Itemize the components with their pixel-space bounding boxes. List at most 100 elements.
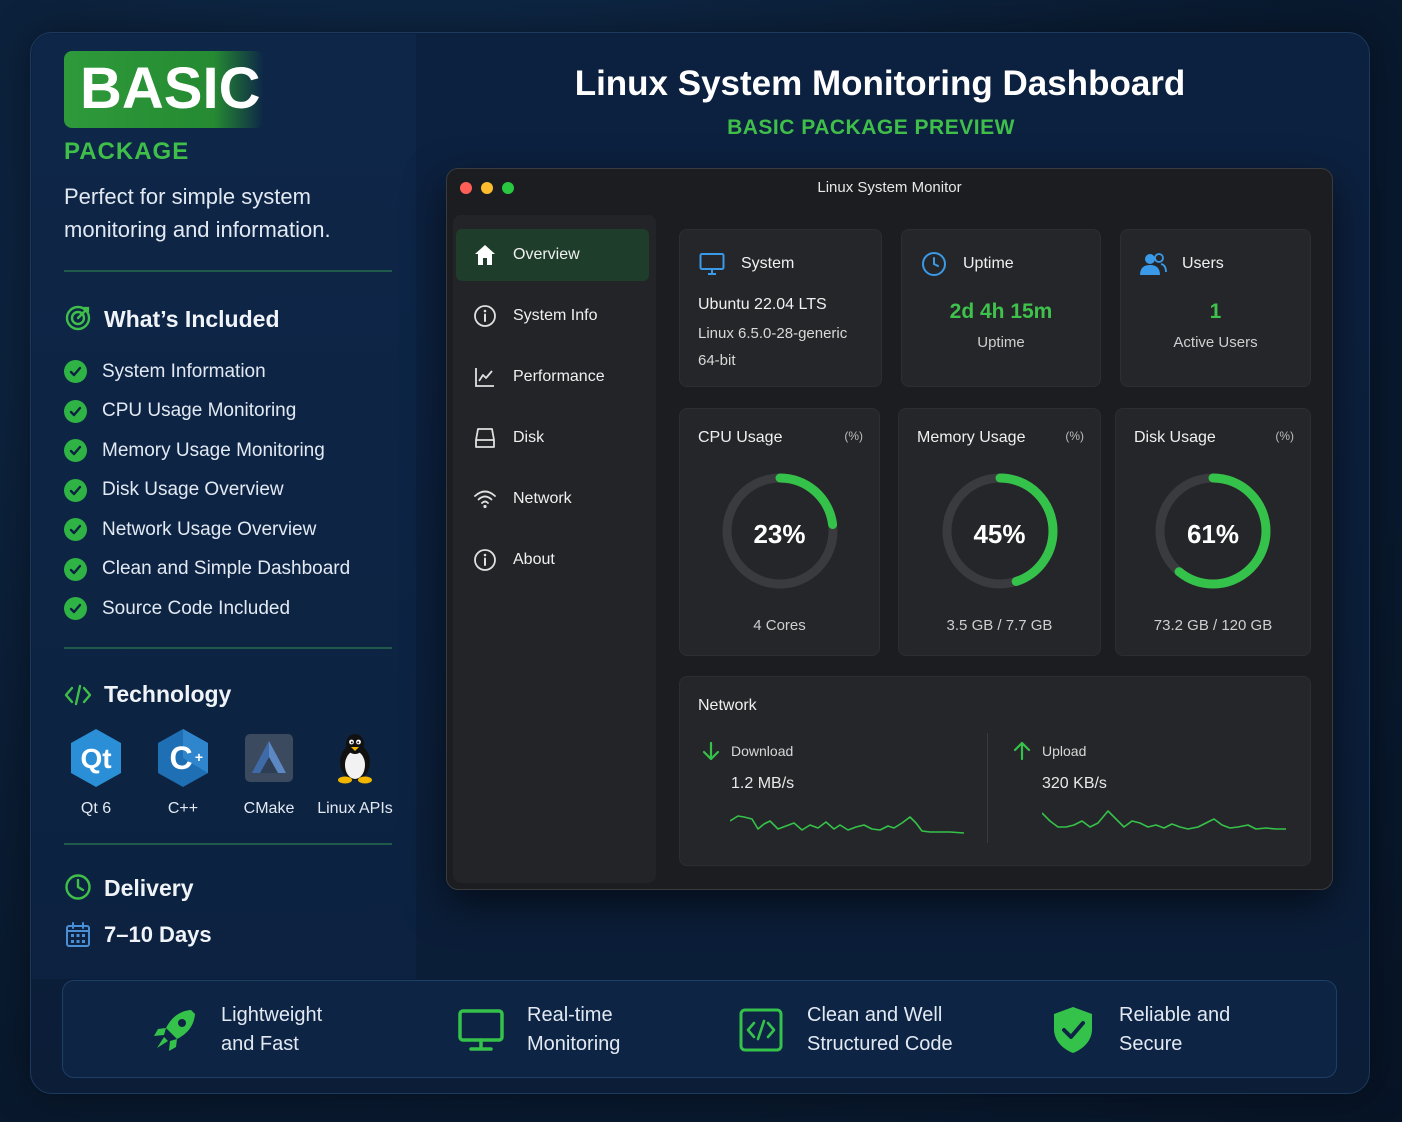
feature-line: Secure	[1119, 1033, 1183, 1055]
nav-item-about[interactable]: About	[456, 534, 649, 586]
list-item-label: Clean and Simple Dashboard	[102, 558, 351, 580]
nav-item-system-info[interactable]: System Info	[456, 290, 649, 342]
card-title: Memory Usage	[917, 429, 1026, 446]
tech-linux: Linux APIs	[310, 728, 400, 818]
divider	[64, 843, 392, 845]
feature-line: Reliable and	[1119, 1004, 1231, 1026]
check-icon	[64, 518, 87, 542]
card-title: Uptime	[963, 255, 1014, 272]
download-value: 1.2 MB/s	[731, 775, 795, 792]
download-sparkline	[730, 815, 964, 834]
app-sidebar: Overview System Info Performance Disk Ne…	[453, 215, 656, 883]
list-item-label: Disk Usage Overview	[102, 479, 284, 501]
os-name: Ubuntu 22.04 LTS	[698, 296, 827, 313]
check-icon	[64, 399, 87, 423]
clock-icon	[65, 874, 91, 900]
uptime-caption: Uptime	[977, 334, 1025, 351]
nav-label: About	[513, 551, 555, 568]
list-item: CPU Usage Monitoring	[64, 392, 350, 432]
nav-label: Overview	[513, 246, 580, 263]
nav-label: Disk	[513, 429, 545, 446]
nav-label: Performance	[513, 368, 605, 385]
package-label: PACKAGE	[64, 138, 190, 165]
nav-item-network[interactable]: Network	[456, 473, 649, 525]
card-header: Users	[1139, 250, 1224, 278]
list-item: Source Code Included	[64, 589, 350, 629]
gauge-value: 61%	[1186, 519, 1240, 549]
feature-line: and Fast	[221, 1033, 299, 1055]
uptime-card: Uptime 2d 4h 15m Uptime	[901, 229, 1101, 387]
arrow-down-icon	[702, 741, 720, 761]
feature-line: Monitoring	[527, 1033, 621, 1055]
list-item: System Information	[64, 352, 350, 392]
page-subtitle: BASIC PACKAGE PREVIEW	[727, 116, 1015, 139]
card-title: Users	[1182, 255, 1224, 272]
uptime-value: 2d 4h 15m	[949, 300, 1053, 323]
system-card: System Ubuntu 22.04 LTS Linux 6.5.0-28-g…	[679, 229, 882, 387]
card-title: CPU Usage	[698, 429, 783, 446]
gauge-caption: 4 Cores	[753, 617, 806, 634]
home-icon	[472, 242, 498, 268]
list-item: Network Usage Overview	[64, 510, 350, 550]
divider	[64, 647, 392, 649]
info-icon	[472, 547, 498, 573]
monitor-icon	[698, 250, 726, 278]
upload-value: 320 KB/s	[1042, 775, 1107, 792]
check-icon	[64, 439, 87, 463]
feature-line: Real-time	[527, 1004, 613, 1026]
list-item: Memory Usage Monitoring	[64, 431, 350, 471]
divider	[64, 270, 392, 272]
divider	[987, 733, 988, 843]
linux-tux-icon	[325, 728, 385, 788]
qt-logo-icon: Qt	[66, 728, 126, 788]
unit-label: (%)	[1065, 429, 1084, 443]
clock-icon	[920, 250, 948, 278]
card-title: Network	[698, 697, 757, 714]
feature-line: Clean and Well	[807, 1004, 943, 1026]
card-header: System	[698, 250, 794, 278]
info-icon	[472, 303, 498, 329]
check-icon	[64, 360, 87, 384]
nav-label: System Info	[513, 307, 598, 324]
rocket-icon	[151, 1006, 199, 1054]
download-label: Download	[731, 743, 794, 759]
basic-badge: BASIC	[64, 51, 264, 128]
code-icon	[737, 1006, 785, 1054]
gauge-caption: 73.2 GB / 120 GB	[1153, 617, 1273, 634]
nav-label: Network	[513, 490, 572, 507]
check-icon	[64, 597, 87, 621]
upload-sparkline	[1042, 810, 1286, 830]
included-title: What’s Included	[104, 306, 280, 332]
chart-icon	[472, 364, 498, 390]
list-item: Clean and Simple Dashboard	[64, 550, 350, 590]
users-card: Users 1 Active Users	[1120, 229, 1311, 387]
monitor-icon	[457, 1006, 505, 1054]
list-item-label: System Information	[102, 360, 266, 382]
list-item-label: CPU Usage Monitoring	[102, 400, 297, 422]
included-list: System Information CPU Usage Monitoring …	[64, 352, 350, 629]
technology-title: Technology	[104, 681, 232, 707]
memory-usage-card: Memory Usage (%) 45% 3.5 GB / 7.7 GB	[898, 408, 1101, 656]
list-item: Disk Usage Overview	[64, 471, 350, 511]
users-caption: Active Users	[1173, 334, 1258, 351]
tech-label: C++	[167, 800, 199, 817]
nav-item-overview[interactable]: Overview	[456, 229, 649, 281]
tech-label: Linux APIs	[317, 800, 393, 817]
disk-usage-card: Disk Usage (%) 61% 73.2 GB / 120 GB	[1115, 408, 1311, 656]
window-title: Linux System Monitor	[817, 179, 962, 196]
delivery-value: 7–10 Days	[104, 922, 212, 947]
list-item-label: Source Code Included	[102, 597, 291, 619]
svg-text:Qt: Qt	[80, 743, 111, 774]
arrow-up-icon	[1013, 741, 1031, 761]
card-title: Disk Usage	[1134, 429, 1216, 446]
card-header: Uptime	[920, 250, 1014, 278]
nav-item-disk[interactable]: Disk	[456, 412, 649, 464]
nav-item-performance[interactable]: Performance	[456, 351, 649, 403]
wifi-icon	[472, 486, 498, 512]
gauge-value: 23%	[753, 519, 806, 549]
upload-label: Upload	[1042, 743, 1087, 759]
code-brackets-icon	[64, 684, 92, 706]
feature-item: Lightweight and Fast	[151, 981, 411, 1079]
window-titlebar: Linux System Monitor	[447, 169, 1332, 207]
tech-cmake: CMake	[224, 728, 314, 818]
